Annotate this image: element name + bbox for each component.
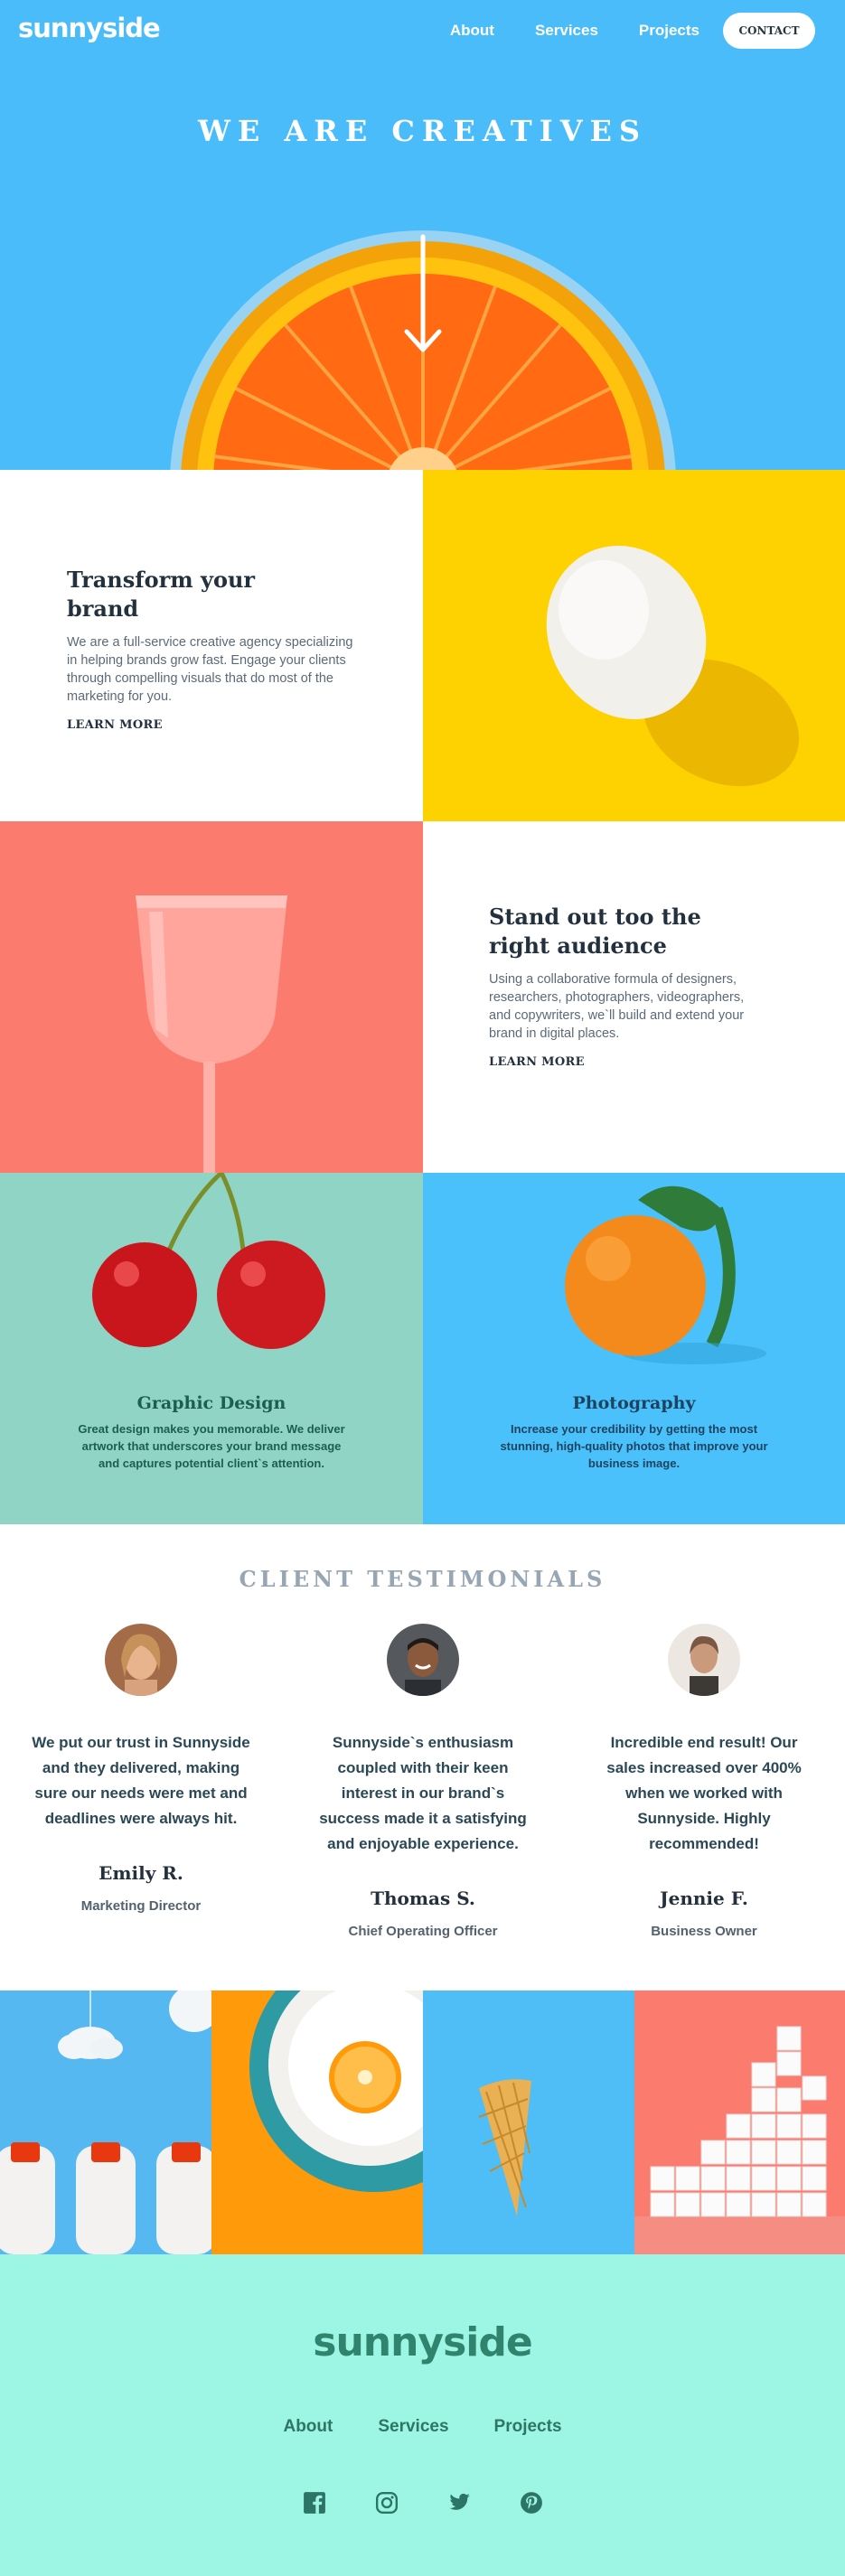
testimonial-role: Marketing Director [80, 1898, 202, 1914]
hero-title: WE ARE CREATIVES [197, 114, 648, 148]
hero-section: sunnyside About Services Projects CONTAC… [0, 0, 845, 470]
testimonial-quote: Incredible end result! Our sales increas… [606, 1734, 802, 1852]
footer-nav-about[interactable]: About [283, 2417, 333, 2437]
learn-more-link[interactable]: LEARN MORE [64, 718, 165, 734]
testimonial-quote: We put our trust in Sunnyside and they d… [32, 1734, 250, 1827]
testimonial-name: Emily R. [99, 1862, 183, 1884]
feature-row-standout: Stand out too the right audience Using a… [0, 821, 845, 1173]
gallery-ice-cream-cone-image [423, 1991, 634, 2254]
services-row: Graphic Design Great design makes you me… [0, 1173, 845, 1524]
gallery-milk-bottles-image [0, 1991, 211, 2254]
glass-image [0, 821, 423, 1173]
testimonial-card: We put our trust in Sunnyside and they d… [28, 1624, 254, 1914]
feature-title-line: right audience [489, 932, 667, 959]
learn-more-label: LEARN MORE [489, 1055, 585, 1069]
gallery-orange-plate-image [211, 1991, 423, 2254]
testimonials-section: CLIENT TESTIMONIALS We put our trust in … [0, 1524, 845, 1991]
orange-slice-image [170, 230, 676, 470]
service-body: Great design makes you memorable. We del… [78, 1422, 345, 1470]
feature-body: We are a full-service creative agency sp… [67, 635, 353, 704]
testimonials-heading: CLIENT TESTIMONIALS [239, 1566, 606, 1592]
footer-nav-services[interactable]: Services [378, 2417, 448, 2437]
service-body: Increase your credibility by getting the… [500, 1422, 768, 1470]
footer-nav-projects[interactable]: Projects [494, 2417, 562, 2437]
feature-body: Using a collaborative formula of designe… [489, 972, 745, 1041]
social-links [0, 2491, 845, 2515]
facebook-icon[interactable] [303, 2491, 326, 2515]
service-caption: Graphic Design Great design makes you me… [0, 1393, 423, 1472]
testimonial-card: Sunnyside`s enthusiasm coupled with thei… [310, 1624, 536, 1939]
service-title: Graphic Design [136, 1393, 286, 1413]
avatar [105, 1624, 177, 1696]
testimonial-name: Thomas S. [371, 1888, 475, 1909]
instagram-icon[interactable] [375, 2491, 399, 2515]
gallery-section [0, 1991, 845, 2254]
main-nav: About Services Projects CONTACT [450, 13, 815, 49]
testimonial-card: Incredible end result! Our sales increas… [591, 1624, 817, 1939]
learn-more-link[interactable]: LEARN MORE [486, 1055, 587, 1071]
avatar [668, 1624, 740, 1696]
gallery-sugar-cubes-image [634, 1991, 845, 2254]
nav-projects[interactable]: Projects [639, 22, 699, 40]
feature-title-line: Transform your [67, 567, 256, 593]
footer: sunnyside About Services Projects [0, 2254, 845, 2576]
footer-nav: About Services Projects [0, 2417, 845, 2437]
learn-more-label: LEARN MORE [67, 718, 163, 732]
service-graphic-design: Graphic Design Great design makes you me… [0, 1173, 423, 1524]
feature-text-transform: Transform your brand We are a full-servi… [0, 470, 423, 821]
feature-row-transform: Transform your brand We are a full-servi… [0, 470, 845, 821]
service-photography: Photography Increase your credibility by… [423, 1173, 845, 1524]
service-title: Photography [572, 1393, 696, 1413]
pinterest-icon[interactable] [520, 2491, 543, 2515]
testimonial-role: Business Owner [651, 1924, 757, 1939]
site-logo[interactable]: sunnyside [18, 13, 161, 43]
feature-title-line: brand [67, 595, 139, 622]
avatar [387, 1624, 459, 1696]
feature-title: Stand out too the right audience [489, 903, 769, 960]
testimonial-name: Jennie F. [660, 1888, 748, 1909]
contact-button[interactable]: CONTACT [723, 13, 815, 49]
egg-image [423, 470, 845, 821]
feature-title-line: Stand out too the [489, 904, 701, 930]
testimonial-quote: Sunnyside`s enthusiasm coupled with thei… [319, 1734, 527, 1852]
twitter-icon[interactable] [447, 2491, 471, 2515]
testimonial-role: Chief Operating Officer [348, 1924, 498, 1939]
feature-text-standout: Stand out too the right audience Using a… [423, 821, 845, 1173]
feature-title: Transform your brand [67, 566, 356, 623]
nav-about[interactable]: About [450, 22, 494, 40]
nav-services[interactable]: Services [535, 22, 598, 40]
footer-logo[interactable]: sunnyside [0, 2319, 845, 2365]
service-caption: Photography Increase your credibility by… [423, 1393, 845, 1472]
